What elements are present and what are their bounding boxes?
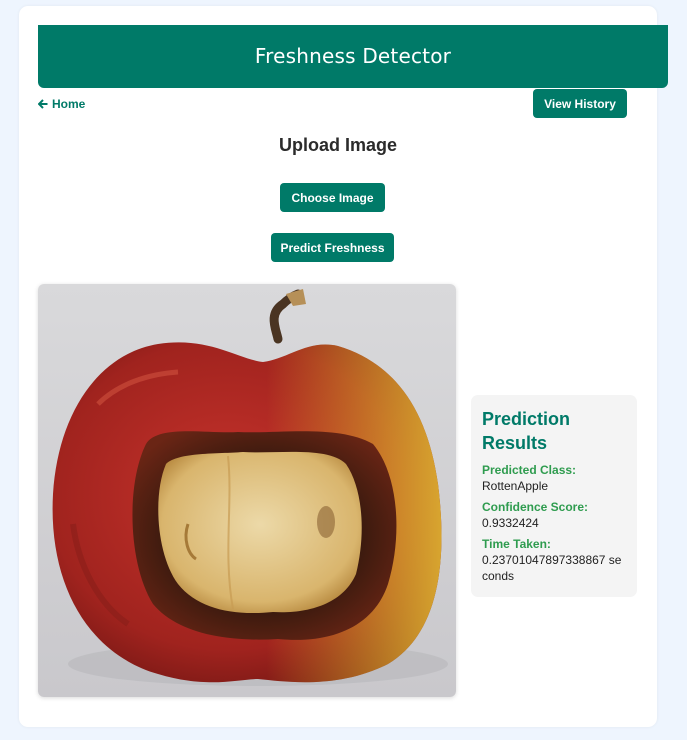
confidence-score-label: Confidence Score: [482, 500, 589, 514]
view-history-button[interactable]: View History [533, 89, 627, 118]
time-taken-label: Time Taken: [482, 537, 551, 551]
predicted-class-label: Predicted Class: [482, 463, 577, 477]
prediction-results-panel: Prediction Results Predicted Class: Rott… [471, 395, 637, 597]
results-title: Prediction Results [482, 409, 571, 453]
arrow-left-icon [38, 99, 48, 109]
uploaded-image-preview [38, 284, 456, 697]
app-title: Freshness Detector [254, 44, 452, 68]
predicted-class-value: RottenApple [482, 479, 549, 493]
home-link-label: Home [52, 97, 86, 111]
home-link[interactable]: Home [38, 96, 85, 112]
app-header: Freshness Detector [38, 25, 668, 88]
time-taken-value: 0.23701047897338867 seconds [482, 553, 622, 583]
choose-image-button[interactable]: Choose Image [280, 183, 385, 212]
upload-title: Upload Image [278, 135, 398, 155]
confidence-score-value: 0.9332424 [482, 516, 539, 530]
predict-freshness-button[interactable]: Predict Freshness [271, 233, 394, 262]
